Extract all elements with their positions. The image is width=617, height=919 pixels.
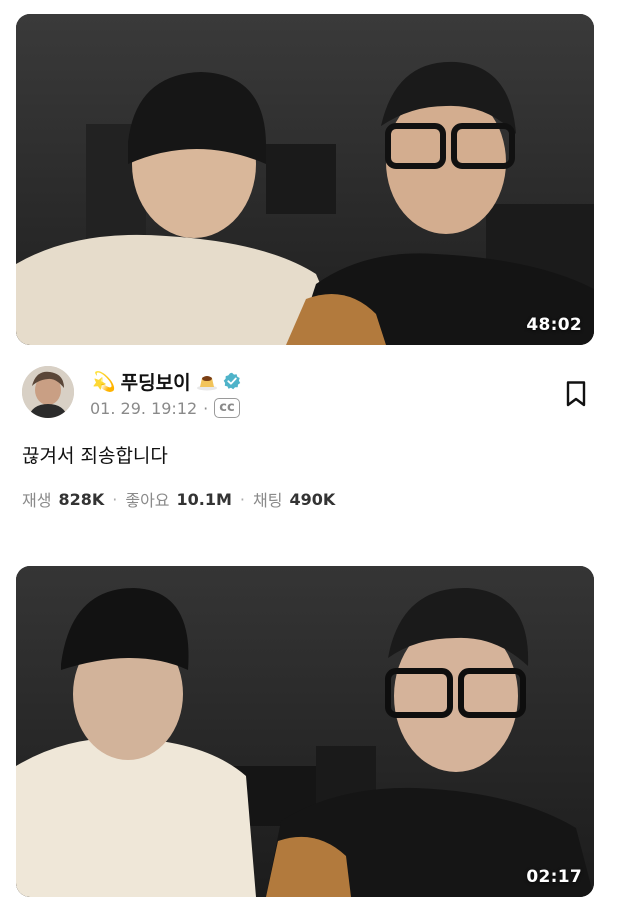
date-separator: · <box>203 398 209 418</box>
verified-badge-icon <box>223 372 240 390</box>
video-duration: 48:02 <box>526 315 582 335</box>
chats-count: 490K <box>289 489 336 509</box>
likes-count: 10.1M <box>176 489 232 509</box>
post-date: 01. 29. 19:12 <box>90 398 198 418</box>
thumbnail-image-2 <box>16 566 594 897</box>
channel-avatar[interactable] <box>22 366 74 418</box>
channel-line: 💫 푸딩보이 <box>92 368 241 394</box>
video-thumbnail-1[interactable]: 48:02 <box>16 14 594 345</box>
likes-label: 좋아요 <box>125 491 170 510</box>
sparkle-moon-emoji: 💫 <box>92 370 116 393</box>
views-label: 재생 <box>22 491 52 510</box>
avatar-image <box>22 366 74 418</box>
post-meta-row: 💫 푸딩보이 01. 29. 19:12 · cc <box>22 366 602 422</box>
post-stats: 재생 828K · 좋아요 10.1M · 채팅 490K <box>22 487 335 511</box>
bookmark-icon[interactable] <box>564 380 588 408</box>
thumbnail-image-1 <box>16 14 594 345</box>
stats-separator: · <box>239 489 246 509</box>
date-line: 01. 29. 19:12 · cc <box>90 398 240 418</box>
cc-badge: cc <box>214 398 240 418</box>
pudding-emoji-icon <box>196 376 217 391</box>
chats-label: 채팅 <box>253 491 283 510</box>
video-thumbnail-2[interactable]: 02:17 <box>16 566 594 897</box>
video-duration: 02:17 <box>526 867 582 887</box>
channel-name[interactable]: 푸딩보이 <box>121 368 191 395</box>
views-count: 828K <box>58 489 105 509</box>
stats-separator: · <box>112 489 118 509</box>
post-title[interactable]: 끊겨서 죄송합니다 <box>22 441 168 468</box>
